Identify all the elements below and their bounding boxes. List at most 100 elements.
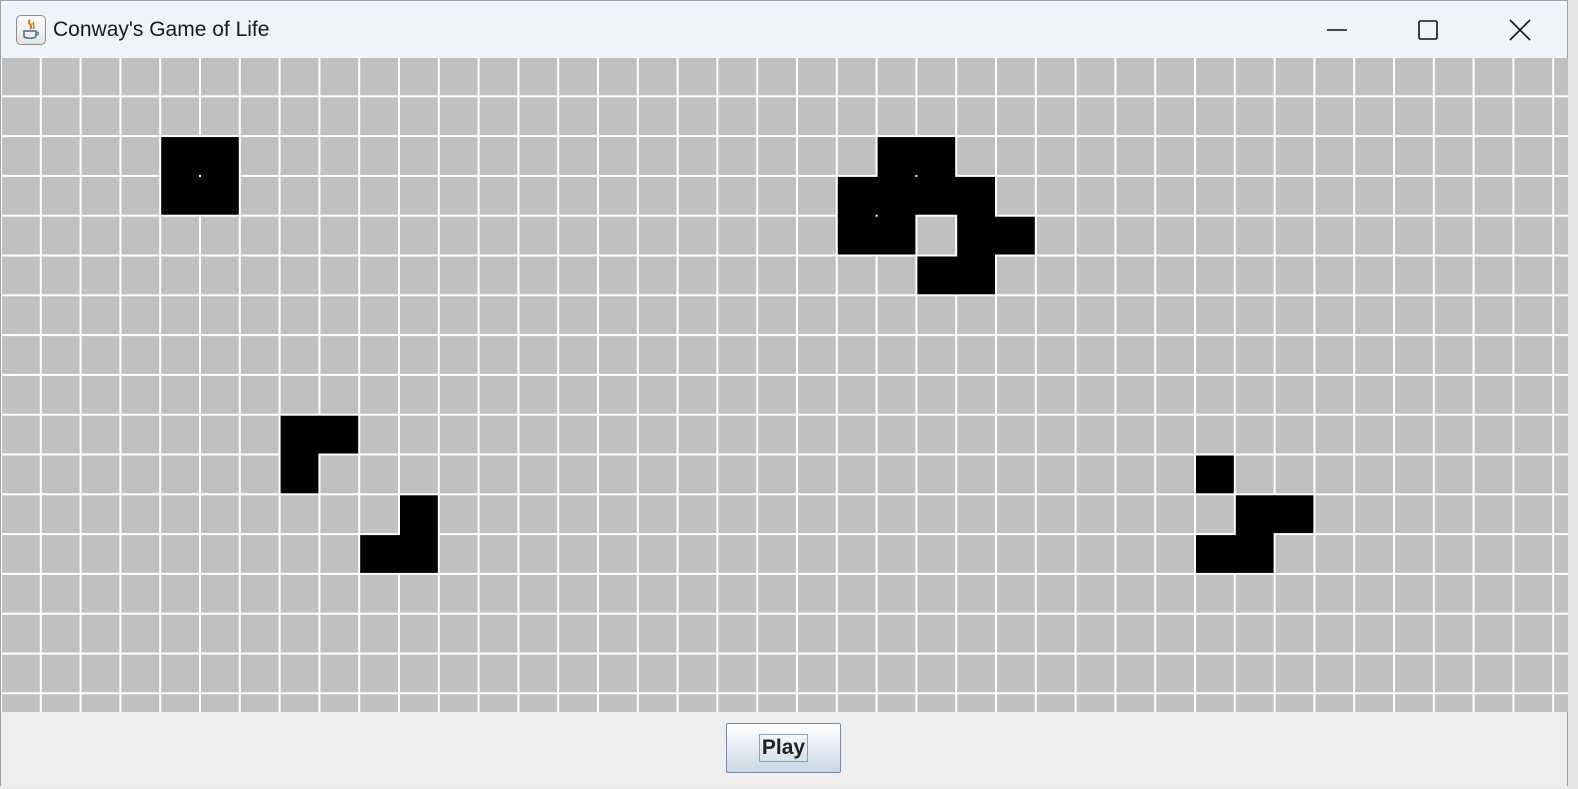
- dead-cell[interactable]: [1474, 176, 1513, 215]
- dead-cell[interactable]: [1156, 296, 1194, 335]
- alive-cell[interactable]: [837, 216, 876, 255]
- dead-cell[interactable]: [240, 574, 279, 613]
- dead-cell[interactable]: [997, 176, 1035, 215]
- dead-cell[interactable]: [1076, 256, 1115, 295]
- dead-cell[interactable]: [1355, 574, 1393, 613]
- dead-cell[interactable]: [1235, 137, 1274, 175]
- dead-cell[interactable]: [41, 535, 80, 573]
- dead-cell[interactable]: [957, 574, 995, 613]
- dead-cell[interactable]: [638, 58, 677, 96]
- dead-cell[interactable]: [877, 97, 916, 136]
- alive-cell[interactable]: [997, 216, 1035, 255]
- dead-cell[interactable]: [41, 336, 80, 374]
- dead-cell[interactable]: [1196, 256, 1234, 295]
- dead-cell[interactable]: [718, 495, 757, 534]
- dead-cell[interactable]: [1514, 415, 1553, 454]
- dead-cell[interactable]: [997, 97, 1035, 136]
- dead-cell[interactable]: [957, 137, 995, 175]
- dead-cell[interactable]: [1315, 256, 1354, 295]
- dead-cell[interactable]: [121, 296, 160, 335]
- dead-cell[interactable]: [1116, 296, 1155, 335]
- dead-cell[interactable]: [1514, 535, 1553, 573]
- dead-cell[interactable]: [1514, 137, 1553, 175]
- dead-cell[interactable]: [1076, 574, 1115, 613]
- dead-cell[interactable]: [439, 614, 478, 653]
- dead-cell[interactable]: [41, 574, 80, 613]
- dead-cell[interactable]: [837, 256, 876, 295]
- dead-cell[interactable]: [837, 375, 876, 414]
- dead-cell[interactable]: [479, 58, 518, 96]
- dead-cell[interactable]: [1554, 58, 1568, 96]
- dead-cell[interactable]: [1554, 97, 1568, 136]
- dead-cell[interactable]: [997, 137, 1035, 175]
- dead-cell[interactable]: [41, 97, 80, 136]
- dead-cell[interactable]: [758, 216, 796, 255]
- dead-cell[interactable]: [1076, 694, 1115, 712]
- dead-cell[interactable]: [718, 614, 757, 653]
- dead-cell[interactable]: [1554, 216, 1568, 255]
- dead-cell[interactable]: [678, 97, 717, 136]
- dead-cell[interactable]: [240, 137, 279, 175]
- dead-cell[interactable]: [1315, 137, 1354, 175]
- dead-cell[interactable]: [1554, 455, 1568, 494]
- dead-cell[interactable]: [1474, 694, 1513, 712]
- dead-cell[interactable]: [1315, 415, 1354, 454]
- dead-cell[interactable]: [837, 574, 876, 613]
- dead-cell[interactable]: [1395, 495, 1433, 534]
- dead-cell[interactable]: [837, 535, 876, 573]
- alive-cell[interactable]: [1275, 495, 1314, 534]
- dead-cell[interactable]: [1116, 216, 1155, 255]
- dead-cell[interactable]: [161, 375, 199, 414]
- dead-cell[interactable]: [1434, 176, 1473, 215]
- dead-cell[interactable]: [917, 694, 956, 712]
- dead-cell[interactable]: [400, 694, 438, 712]
- dead-cell[interactable]: [479, 256, 518, 295]
- dead-cell[interactable]: [519, 495, 558, 534]
- dead-cell[interactable]: [1514, 97, 1553, 136]
- dead-cell[interactable]: [1196, 375, 1234, 414]
- dead-cell[interactable]: [997, 455, 1035, 494]
- dead-cell[interactable]: [1315, 176, 1354, 215]
- dead-cell[interactable]: [81, 415, 120, 454]
- dead-cell[interactable]: [1474, 137, 1513, 175]
- dead-cell[interactable]: [798, 336, 836, 374]
- dead-cell[interactable]: [758, 694, 796, 712]
- dead-cell[interactable]: [718, 694, 757, 712]
- dead-cell[interactable]: [1116, 535, 1155, 573]
- dead-cell[interactable]: [1116, 415, 1155, 454]
- dead-cell[interactable]: [1156, 535, 1194, 573]
- dead-cell[interactable]: [1076, 455, 1115, 494]
- dead-cell[interactable]: [121, 455, 160, 494]
- play-button[interactable]: Play: [726, 723, 841, 773]
- alive-cell[interactable]: [400, 535, 438, 573]
- alive-cell[interactable]: [201, 176, 239, 215]
- dead-cell[interactable]: [1116, 375, 1155, 414]
- dead-cell[interactable]: [1235, 97, 1274, 136]
- dead-cell[interactable]: [837, 654, 876, 693]
- title-bar[interactable]: Conway's Game of Life: [1, 1, 1567, 58]
- dead-cell[interactable]: [360, 654, 398, 693]
- dead-cell[interactable]: [1554, 256, 1568, 295]
- dead-cell[interactable]: [1514, 216, 1553, 255]
- dead-cell[interactable]: [1275, 415, 1314, 454]
- dead-cell[interactable]: [559, 574, 597, 613]
- dead-cell[interactable]: [798, 455, 836, 494]
- dead-cell[interactable]: [758, 256, 796, 295]
- dead-cell[interactable]: [360, 694, 398, 712]
- dead-cell[interactable]: [877, 415, 916, 454]
- dead-cell[interactable]: [1156, 97, 1194, 136]
- dead-cell[interactable]: [400, 296, 438, 335]
- dead-cell[interactable]: [1196, 296, 1234, 335]
- dead-cell[interactable]: [638, 97, 677, 136]
- dead-cell[interactable]: [519, 58, 558, 96]
- dead-cell[interactable]: [1395, 216, 1433, 255]
- alive-cell[interactable]: [280, 455, 319, 494]
- dead-cell[interactable]: [479, 614, 518, 653]
- dead-cell[interactable]: [1275, 614, 1314, 653]
- dead-cell[interactable]: [917, 535, 956, 573]
- dead-cell[interactable]: [280, 495, 319, 534]
- dead-cell[interactable]: [479, 495, 518, 534]
- dead-cell[interactable]: [638, 176, 677, 215]
- dead-cell[interactable]: [1434, 256, 1473, 295]
- dead-cell[interactable]: [360, 97, 398, 136]
